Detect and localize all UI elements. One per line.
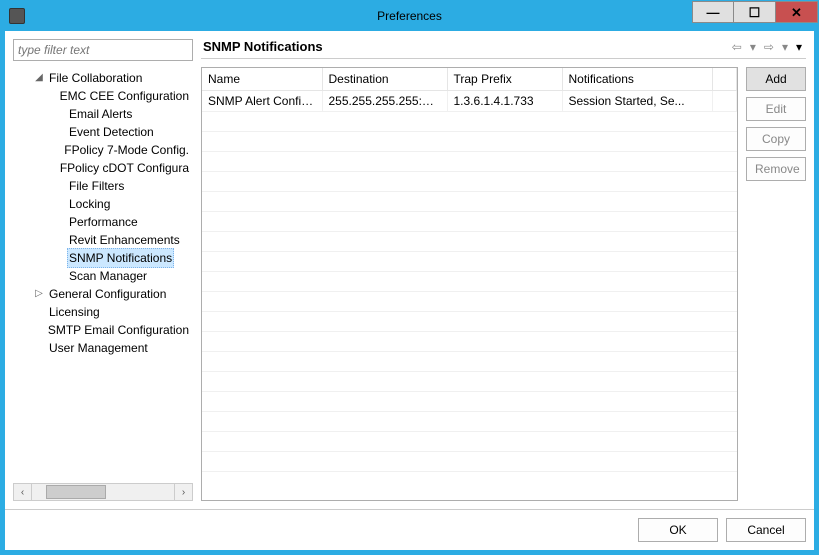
tree-item[interactable]: Revit Enhancements	[13, 231, 193, 249]
tree-item-label: SNMP Notifications	[67, 248, 174, 268]
tree-item-label: Performance	[67, 213, 140, 231]
preferences-window: Preferences — ☐ ✕ ◢File CollaborationEMC…	[0, 0, 819, 555]
nav-forward-menu-icon[interactable]: ▾	[780, 40, 790, 54]
close-button[interactable]: ✕	[776, 1, 818, 23]
tree-item[interactable]: User Management	[13, 339, 193, 357]
table-empty-rows	[202, 112, 737, 501]
twisty-collapsed-icon[interactable]: ▷	[33, 285, 45, 303]
app-gear-icon	[9, 8, 25, 24]
nav-back-menu-icon[interactable]: ▾	[748, 40, 758, 54]
titlebar[interactable]: Preferences — ☐ ✕	[1, 1, 818, 31]
tree-container: ◢File CollaborationEMC CEE Configuration…	[13, 65, 193, 501]
scroll-right-arrow-icon[interactable]: ›	[174, 484, 192, 500]
tree-item-label: SMTP Email Configuration	[46, 321, 191, 339]
tree-item[interactable]: EMC CEE Configuration	[13, 87, 193, 105]
tree-item[interactable]: SMTP Email Configuration	[13, 321, 193, 339]
tree-item-label: Locking	[67, 195, 112, 213]
sidebar: ◢File CollaborationEMC CEE Configuration…	[13, 39, 193, 501]
maximize-button[interactable]: ☐	[734, 1, 776, 23]
page-title: SNMP Notifications	[203, 39, 323, 54]
remove-button[interactable]: Remove	[746, 157, 806, 181]
tree-item[interactable]: Email Alerts	[13, 105, 193, 123]
preferences-tree[interactable]: ◢File CollaborationEMC CEE Configuration…	[13, 65, 193, 483]
tree-item-label: Revit Enhancements	[67, 231, 182, 249]
dialog-footer: OK Cancel	[5, 509, 814, 550]
table-row[interactable]: SNMP Alert Config 1255.255.255.255:1621.…	[202, 90, 737, 111]
minimize-icon: —	[707, 6, 720, 19]
tree-horizontal-scrollbar[interactable]: ‹ ›	[13, 483, 193, 501]
tree-item[interactable]: Locking	[13, 195, 193, 213]
view-menu-icon[interactable]: ▾	[794, 40, 804, 54]
window-controls: — ☐ ✕	[692, 1, 818, 31]
tree-item[interactable]: File Filters	[13, 177, 193, 195]
tree-item-label: File Collaboration	[47, 69, 144, 87]
tree-item-label: General Configuration	[47, 285, 168, 303]
notifications-table-container: Name Destination Trap Prefix Notificatio…	[201, 67, 738, 501]
col-name[interactable]: Name	[202, 68, 322, 90]
notifications-table[interactable]: Name Destination Trap Prefix Notificatio…	[202, 68, 737, 112]
add-button[interactable]: Add	[746, 67, 806, 91]
tree-item[interactable]: ◢File Collaboration	[13, 69, 193, 87]
tree-item[interactable]: SNMP Notifications	[13, 249, 193, 267]
twisty-expanded-icon[interactable]: ◢	[33, 69, 45, 87]
maximize-icon: ☐	[749, 6, 761, 19]
table-header-row[interactable]: Name Destination Trap Prefix Notificatio…	[202, 68, 737, 90]
tree-item-label: Licensing	[47, 303, 102, 321]
scroll-thumb[interactable]	[46, 485, 106, 499]
edit-button[interactable]: Edit	[746, 97, 806, 121]
scroll-left-arrow-icon[interactable]: ‹	[14, 484, 32, 500]
cancel-button[interactable]: Cancel	[726, 518, 806, 542]
cell-notifications: Session Started, Se...	[562, 90, 713, 111]
cell-trap_prefix: 1.3.6.1.4.1.733	[447, 90, 562, 111]
tree-item[interactable]: FPolicy cDOT Configura	[13, 159, 193, 177]
tree-item-label: File Filters	[67, 177, 126, 195]
col-notifications[interactable]: Notifications	[562, 68, 713, 90]
copy-button[interactable]: Copy	[746, 127, 806, 151]
cell-name: SNMP Alert Config 1	[202, 90, 322, 111]
main-panel: SNMP Notifications ⇦ ▾ ⇨ ▾ ▾	[201, 39, 806, 501]
tree-item-label: Email Alerts	[67, 105, 134, 123]
filter-input[interactable]	[13, 39, 193, 61]
header-toolbar: ⇦ ▾ ⇨ ▾ ▾	[730, 40, 804, 54]
nav-back-icon[interactable]: ⇦	[730, 40, 744, 54]
tree-item[interactable]: FPolicy 7-Mode Config.	[13, 141, 193, 159]
page-header: SNMP Notifications ⇦ ▾ ⇨ ▾ ▾	[201, 39, 806, 59]
tree-item[interactable]: Licensing	[13, 303, 193, 321]
tree-item-label: FPolicy cDOT Configura	[58, 159, 191, 177]
tree-item[interactable]: Performance	[13, 213, 193, 231]
tree-item-label: Scan Manager	[67, 267, 149, 285]
cell-destination: 255.255.255.255:162	[322, 90, 447, 111]
col-trap-prefix[interactable]: Trap Prefix	[447, 68, 562, 90]
scroll-track[interactable]	[32, 484, 174, 500]
tree-item-label: User Management	[47, 339, 150, 357]
body: ◢File CollaborationEMC CEE Configuration…	[5, 31, 814, 509]
tree-item[interactable]: Scan Manager	[13, 267, 193, 285]
side-button-column: Add Edit Copy Remove	[746, 67, 806, 501]
tree-item-label: EMC CEE Configuration	[58, 87, 191, 105]
col-destination[interactable]: Destination	[322, 68, 447, 90]
minimize-button[interactable]: —	[692, 1, 734, 23]
ok-button[interactable]: OK	[638, 518, 718, 542]
tree-item[interactable]: Event Detection	[13, 123, 193, 141]
close-icon: ✕	[791, 6, 802, 19]
tree-item-label: Event Detection	[67, 123, 156, 141]
tree-item-label: FPolicy 7-Mode Config.	[62, 141, 191, 159]
col-spacer	[713, 68, 737, 90]
content-area: ◢File CollaborationEMC CEE Configuration…	[5, 31, 814, 550]
tree-item[interactable]: ▷General Configuration	[13, 285, 193, 303]
main-body: Name Destination Trap Prefix Notificatio…	[201, 59, 806, 501]
window-border: ◢File CollaborationEMC CEE Configuration…	[1, 31, 818, 554]
nav-forward-icon[interactable]: ⇨	[762, 40, 776, 54]
